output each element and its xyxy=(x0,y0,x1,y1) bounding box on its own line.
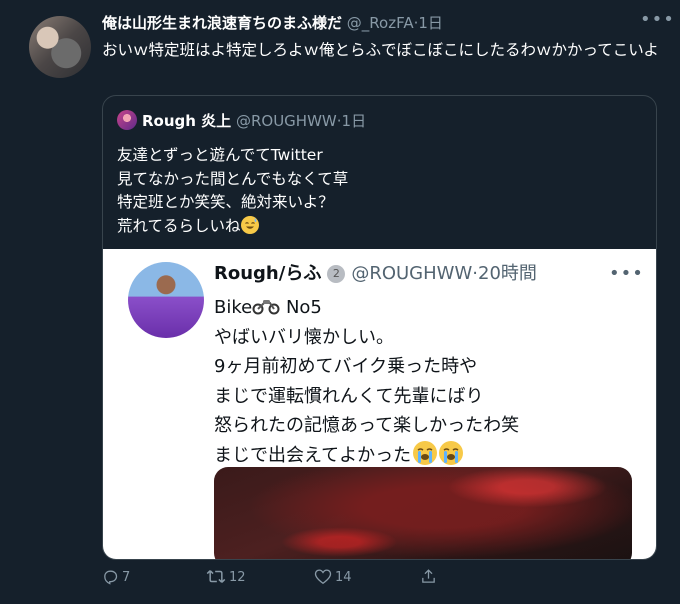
loudly-crying-face-icon xyxy=(439,440,464,465)
embedded-display-name: Rough/らふ xyxy=(214,263,322,284)
embedded-text-line: 怒られたの記憶あって楽しかったわ笑 xyxy=(214,415,520,436)
quoted-text-line-last: 荒れてるらしいね xyxy=(117,215,637,239)
second-place-medal-icon: 2 xyxy=(327,265,346,283)
retweet-icon xyxy=(206,570,226,583)
like-count: 14 xyxy=(335,570,352,585)
share-icon xyxy=(422,569,435,583)
share-button[interactable] xyxy=(420,566,437,590)
retweet-button[interactable]: 12 xyxy=(206,566,246,590)
loudly-crying-face-icon xyxy=(413,440,438,465)
reply-icon xyxy=(104,570,118,585)
embedded-text-line: 9ヶ月前初めてバイク乗った時や xyxy=(214,356,478,377)
embedded-more-icon: ••• xyxy=(609,263,644,284)
embedded-photo xyxy=(214,467,632,559)
tweet-text: おいｗ特定班はよ特定しろよｗ俺とらふでぼこぼこにしたるわｗかかってこいよ xyxy=(102,41,659,59)
sweat-smile-emoji-icon xyxy=(240,215,259,234)
quoted-author-handle: @ROUGHWW xyxy=(235,112,337,130)
heart-icon xyxy=(314,569,332,585)
tweet-timestamp[interactable]: 1日 xyxy=(418,14,443,32)
quoted-text-line: 荒れてるらしいね xyxy=(117,216,241,235)
more-options-icon[interactable]: ••• xyxy=(640,8,674,32)
quoted-author-avatar xyxy=(117,110,137,130)
quoted-text-line: 友達とずっと遊んでてTwitter xyxy=(117,146,323,164)
tweet-action-bar: 7 12 14 xyxy=(102,566,642,590)
embedded-author-avatar xyxy=(128,262,204,338)
embedded-line-prefix: Bike xyxy=(214,297,253,318)
embedded-tweet-header: Rough/らふ 2 @ROUGHWW·20時間 xyxy=(214,261,537,287)
like-button[interactable]: 14 xyxy=(314,566,352,590)
quoted-text-line: 見てなかった間とんでもなくて草 xyxy=(117,169,349,188)
motorcycle-icon xyxy=(252,300,280,315)
embedded-line-1: Bike No5 xyxy=(214,293,634,323)
quoted-author-display-name: Rough 炎上 xyxy=(142,112,232,130)
reply-count: 7 xyxy=(122,570,131,585)
embedded-text-line-last: まじで出会えてよかった xyxy=(214,440,634,471)
quoted-tweet-text: 友達とずっと遊んでてTwitter 見てなかった間とんでもなくて草 特定班とか笑… xyxy=(117,144,637,238)
embedded-tweet-text: Bike No5 やばいバリ懐かしい。 9ヶ月前初めてバイク乗った時や まじで運… xyxy=(214,293,634,470)
embedded-text-line: まじで出会えてよかった xyxy=(214,444,412,466)
quoted-tweet-timestamp: 1日 xyxy=(341,112,367,130)
attached-screenshot-image[interactable]: Rough/らふ 2 @ROUGHWW·20時間 ••• Bike No5 やばいバ… xyxy=(103,249,656,559)
retweet-count: 12 xyxy=(229,570,246,585)
quoted-tweet-card[interactable]: Rough 炎上 @ROUGHWW·1日 友達とずっと遊んでてTwitter 見… xyxy=(102,95,657,560)
embedded-handle: @ROUGHWW xyxy=(351,263,473,284)
embedded-timestamp: 20時間 xyxy=(478,263,537,284)
embedded-line-suffix: No5 xyxy=(285,297,322,318)
quoted-tweet-header: Rough 炎上 @ROUGHWW·1日 xyxy=(117,110,366,132)
reply-button[interactable]: 7 xyxy=(102,566,130,590)
author-display-name[interactable]: 俺は山形生まれ浪速育ちのまふ様だ xyxy=(102,14,342,32)
author-handle[interactable]: @_RozFA xyxy=(347,14,414,32)
embedded-text-line: やばいバリ懐かしい。 xyxy=(214,326,394,348)
author-avatar[interactable] xyxy=(29,16,91,78)
tweet-header: 俺は山形生まれ浪速育ちのまふ様だ @_RozFA·1日 xyxy=(102,12,642,34)
embedded-text-line: まじで運転慣れんくて先輩にばり xyxy=(214,385,484,407)
quoted-text-line: 特定班とか笑笑、絶対来いよ？ xyxy=(117,193,334,211)
